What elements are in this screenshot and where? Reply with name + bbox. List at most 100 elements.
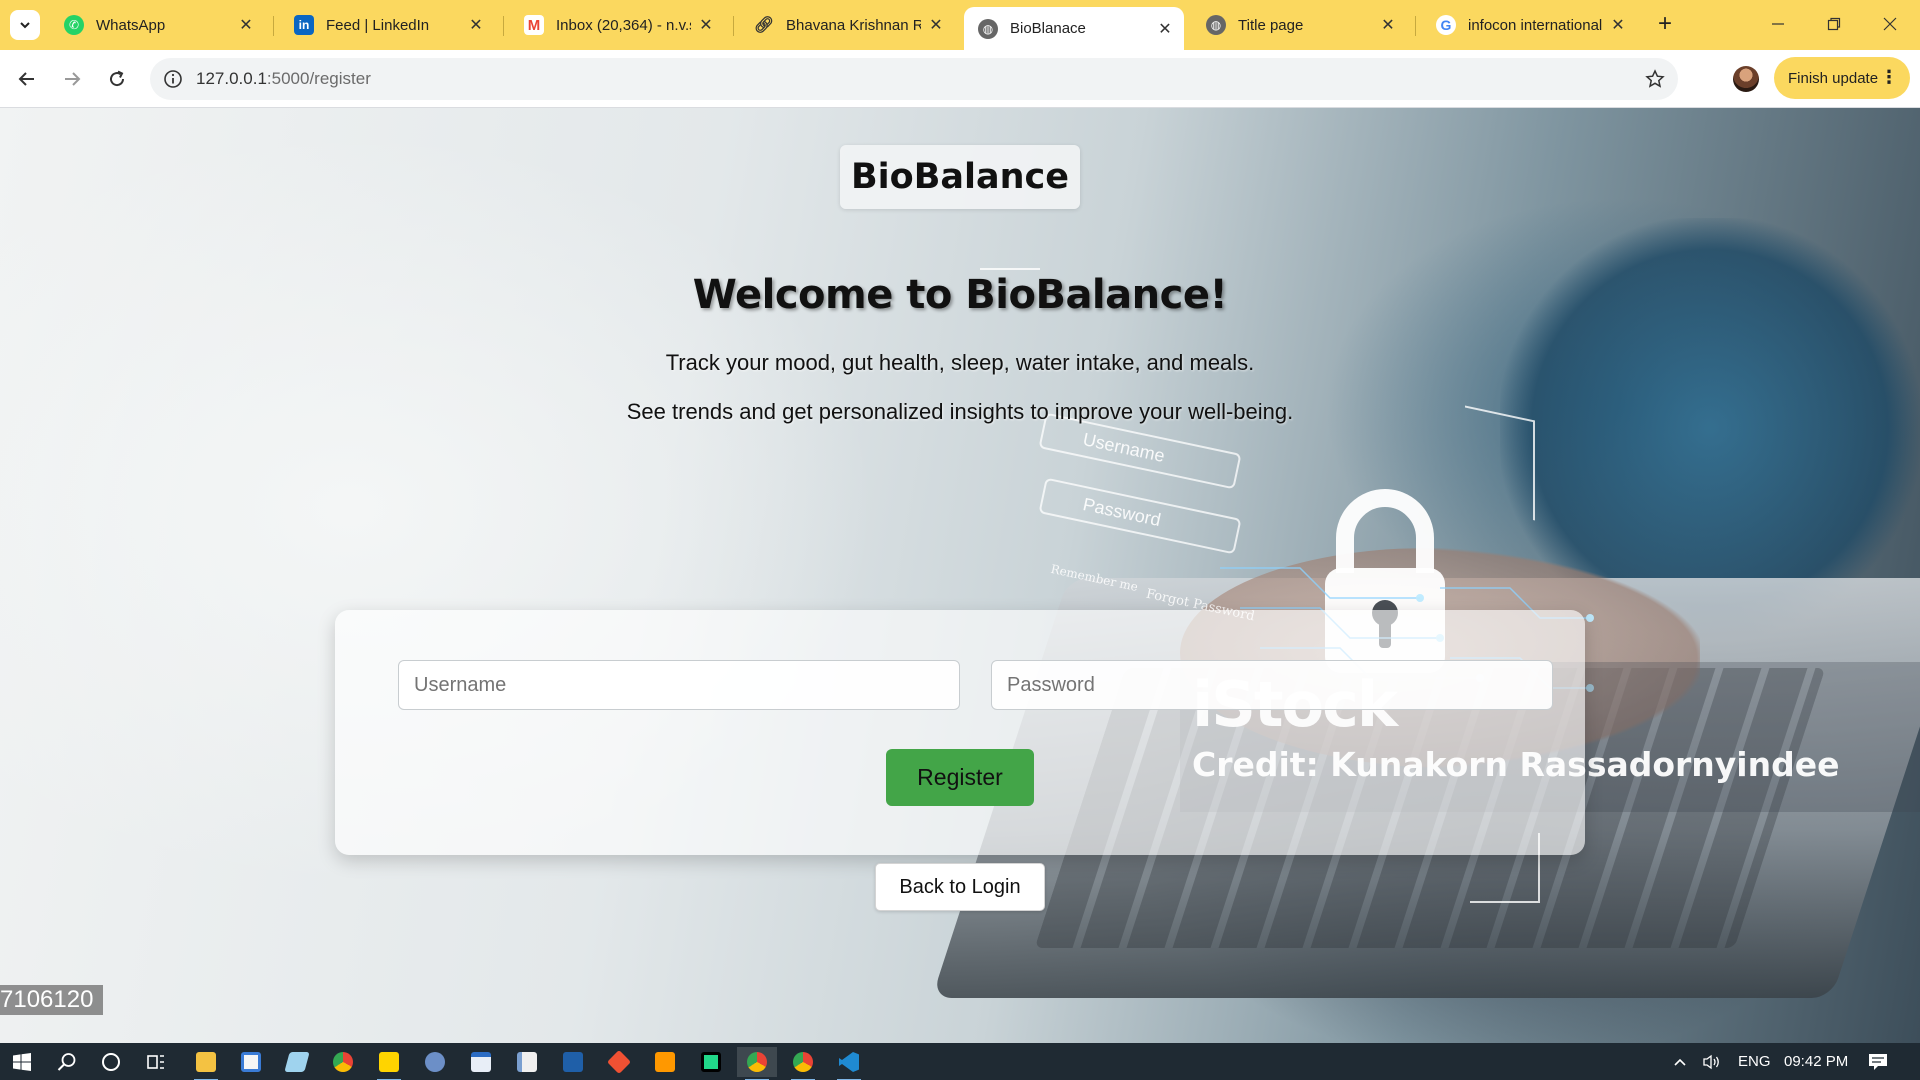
taskbar-app[interactable] <box>737 1047 777 1080</box>
tab-infocon[interactable]: G infocon international ✕ <box>1422 7 1637 43</box>
sticky-notes-icon <box>379 1052 399 1072</box>
linkedin-icon: in <box>294 15 314 35</box>
url-path: :5000/register <box>266 69 371 88</box>
cortana-icon <box>102 1053 120 1071</box>
tagline-line-2: See trends and get personalized insights… <box>626 399 1294 424</box>
link-icon: 🔗︎ <box>753 17 775 34</box>
taskbar-app[interactable] <box>829 1047 869 1080</box>
tab-title: Inbox (20,364) - n.v.s <box>556 16 691 34</box>
close-icon[interactable]: ✕ <box>697 16 715 34</box>
taskbar-app[interactable] <box>461 1047 501 1077</box>
gmail-icon: M <box>524 15 544 35</box>
taskbar-app[interactable] <box>599 1047 639 1077</box>
taskbar-app[interactable] <box>186 1047 226 1080</box>
notification-icon <box>1869 1054 1887 1071</box>
back-button[interactable] <box>10 62 44 96</box>
taskbar-app[interactable] <box>553 1047 593 1077</box>
tab-divider <box>1415 16 1416 36</box>
background-username-text: Username <box>1081 429 1167 466</box>
taskbar-app[interactable] <box>277 1047 317 1077</box>
more-vertical-icon: ⋮ <box>1880 67 1898 87</box>
tagline-line-1: Track your mood, gut health, sleep, wate… <box>665 350 1255 375</box>
finish-update-button[interactable]: Finish update ⋮ <box>1774 57 1910 99</box>
whatsapp-icon: ✆ <box>64 15 84 35</box>
tab-linkedin[interactable]: in Feed | LinkedIn ✕ <box>280 7 495 43</box>
notifications-button[interactable] <box>1868 1043 1888 1080</box>
minimize-button[interactable] <box>1750 0 1806 48</box>
taskbar-app[interactable] <box>645 1047 685 1077</box>
taskbar-app[interactable] <box>231 1047 271 1077</box>
search-button[interactable] <box>47 1047 87 1077</box>
watermark-stock-id: 7106120 <box>0 985 103 1015</box>
task-view-button[interactable] <box>136 1047 176 1077</box>
close-icon[interactable]: ✕ <box>1379 16 1397 34</box>
new-tab-button[interactable]: + <box>1652 12 1678 38</box>
page-title: Welcome to BioBalance! <box>692 272 1228 318</box>
tab-title: WhatsApp <box>96 16 166 34</box>
pycharm-icon <box>701 1052 721 1072</box>
language-indicator[interactable]: ENG <box>1738 1043 1771 1080</box>
tab-gmail[interactable]: M Inbox (20,364) - n.v.s ✕ <box>510 7 725 43</box>
arrow-right-icon <box>65 72 81 86</box>
forward-button[interactable] <box>55 62 89 96</box>
speaker-icon <box>1703 1054 1719 1070</box>
powershell-icon <box>563 1052 583 1072</box>
tab-search-button[interactable] <box>10 10 40 40</box>
taskbar-app[interactable] <box>507 1047 547 1077</box>
start-button[interactable] <box>2 1047 42 1077</box>
taskbar-app[interactable] <box>323 1047 363 1077</box>
taskbar-app[interactable] <box>415 1047 455 1077</box>
tab-title: Title page <box>1238 16 1304 34</box>
close-window-button[interactable] <box>1862 0 1918 48</box>
taskbar-app[interactable] <box>369 1047 409 1080</box>
chrome-icon <box>793 1052 813 1072</box>
restore-icon <box>1827 17 1841 31</box>
background-frame <box>980 268 1040 270</box>
back-to-login-button[interactable]: Back to Login <box>875 863 1045 911</box>
windows-logo-icon <box>13 1053 31 1071</box>
windows-taskbar: ENG 09:42 PM <box>0 1043 1920 1080</box>
close-icon[interactable]: ✕ <box>927 16 945 34</box>
password-input[interactable] <box>991 660 1553 710</box>
finish-update-label: Finish update <box>1788 69 1879 87</box>
tab-title-page[interactable]: ◍ Title page ✕ <box>1192 7 1407 43</box>
register-button[interactable]: Register <box>886 749 1034 806</box>
close-icon <box>1883 17 1897 31</box>
tab-title: Feed | LinkedIn <box>326 16 430 34</box>
show-hidden-icons[interactable] <box>1672 1043 1688 1080</box>
page-content: Username Password Remember me Forgot Pas… <box>0 108 1920 1043</box>
close-icon[interactable]: ✕ <box>467 16 485 34</box>
vscode-icon <box>839 1052 859 1072</box>
username-input[interactable] <box>398 660 960 710</box>
register-form: Register <box>335 610 1585 855</box>
taskbar-app[interactable] <box>783 1047 823 1080</box>
tab-whatsapp[interactable]: ✆ WhatsApp ✕ <box>50 7 265 43</box>
tab-title: Bhavana Krishnan Re <box>786 16 921 34</box>
tab-bhavana[interactable]: 🔗︎ Bhavana Krishnan Re ✕ <box>740 7 955 43</box>
reload-icon <box>110 70 125 87</box>
tab-bioblanace[interactable]: ◍ BioBlanace ✕ <box>964 7 1184 50</box>
window-icon <box>471 1052 491 1072</box>
site-info-icon[interactable] <box>160 66 186 92</box>
minimize-icon <box>1772 23 1784 25</box>
close-icon[interactable]: ✕ <box>1609 16 1627 34</box>
reload-button[interactable] <box>100 62 134 96</box>
task-view-icon <box>147 1055 164 1069</box>
cortana-button[interactable] <box>91 1047 131 1077</box>
browser-tabstrip: ✆ WhatsApp ✕ in Feed | LinkedIn ✕ M Inbo… <box>0 0 1920 50</box>
globe-icon: ◍ <box>978 18 998 39</box>
taskbar-app[interactable] <box>691 1047 731 1077</box>
globe-icon: ◍ <box>1206 15 1226 35</box>
tab-divider <box>733 16 734 36</box>
restore-button[interactable] <box>1806 0 1862 48</box>
volume-button[interactable] <box>1702 1043 1722 1080</box>
browser-toolbar: 127.0.0.1:5000/register Finish update ⋮ <box>0 50 1920 108</box>
close-icon[interactable]: ✕ <box>1156 20 1174 38</box>
address-bar[interactable]: 127.0.0.1:5000/register <box>150 58 1678 100</box>
google-icon: G <box>1436 15 1456 35</box>
bookmark-star-icon[interactable] <box>1642 66 1668 92</box>
clock[interactable]: 09:42 PM <box>1784 1043 1848 1080</box>
profile-avatar[interactable] <box>1733 66 1759 92</box>
chevron-up-icon <box>1674 1058 1686 1066</box>
close-icon[interactable]: ✕ <box>237 16 255 34</box>
